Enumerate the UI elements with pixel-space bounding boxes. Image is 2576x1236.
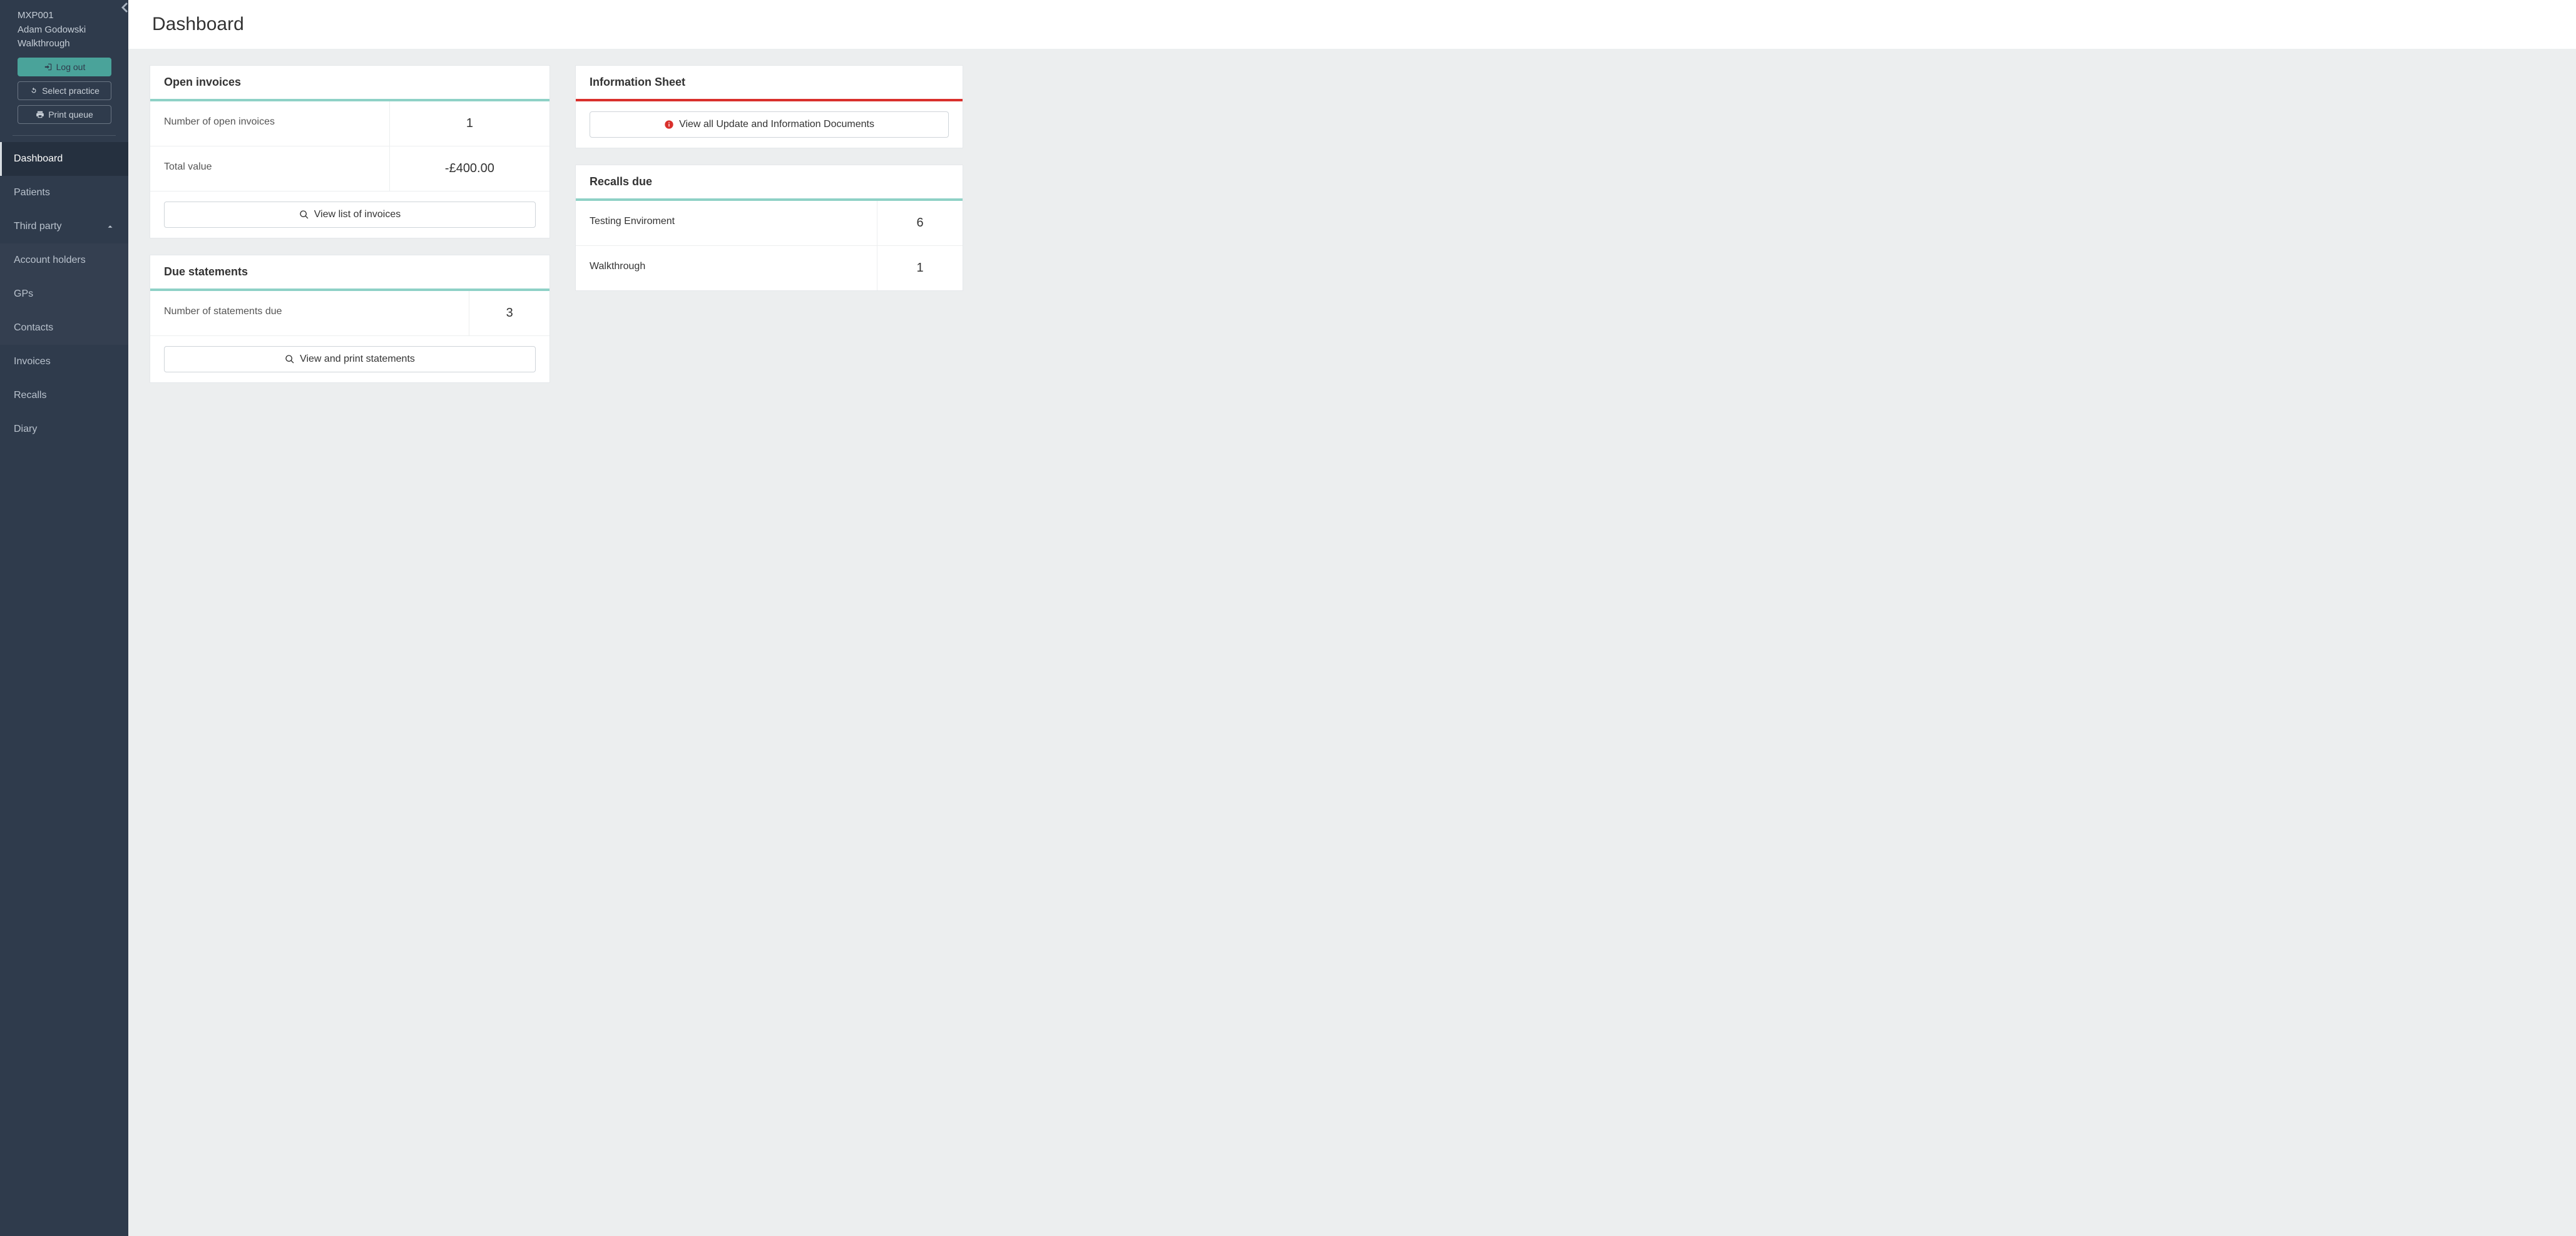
open-invoices-title: Open invoices <box>150 66 549 101</box>
sidebar: MXP001 Adam Godowski Walkthrough Log out… <box>0 0 128 1236</box>
page-header: Dashboard <box>128 0 2576 49</box>
open-invoices-panel: Open invoices Number of open invoices 1 … <box>150 65 550 238</box>
print-icon <box>36 110 44 119</box>
view-info-docs-button[interactable]: View all Update and Information Document… <box>590 111 949 138</box>
nav-diary[interactable]: Diary <box>0 412 128 446</box>
view-invoices-button[interactable]: View list of invoices <box>164 202 536 228</box>
nav-account-holders-label: Account holders <box>14 255 86 266</box>
recalls-row-value: 1 <box>877 246 963 290</box>
print-queue-label: Print queue <box>48 110 93 120</box>
open-invoices-count-row: Number of open invoices 1 <box>150 101 549 146</box>
recalls-row: Walkthrough 1 <box>576 246 963 290</box>
search-icon <box>285 354 295 364</box>
user-code: MXP001 <box>18 9 117 23</box>
info-sheet-title: Information Sheet <box>576 66 963 101</box>
nav-patients-label: Patients <box>14 187 50 198</box>
nav-patients[interactable]: Patients <box>0 176 128 210</box>
due-statements-count-label: Number of statements due <box>150 291 469 335</box>
view-statements-label: View and print statements <box>300 354 415 365</box>
nav-invoices-label: Invoices <box>14 356 51 367</box>
chevron-left-icon <box>117 0 132 15</box>
sidebar-user-block: MXP001 Adam Godowski Walkthrough <box>0 0 128 58</box>
nav-third-party-label: Third party <box>14 221 61 232</box>
nav-dashboard-label: Dashboard <box>14 153 63 165</box>
nav-diary-label: Diary <box>14 424 37 435</box>
due-statements-title: Due statements <box>150 255 549 291</box>
due-statements-count-value: 3 <box>469 291 549 335</box>
open-invoices-count-label: Number of open invoices <box>150 101 390 146</box>
nav-gps[interactable]: GPs <box>0 277 128 311</box>
nav-recalls[interactable]: Recalls <box>0 379 128 412</box>
nav-contacts-label: Contacts <box>14 322 53 334</box>
logout-icon <box>44 63 53 71</box>
view-statements-button[interactable]: View and print statements <box>164 346 536 372</box>
sidebar-collapse-toggle[interactable] <box>117 0 132 15</box>
nav-gps-label: GPs <box>14 289 33 300</box>
chevron-up-icon <box>106 222 115 231</box>
recalls-due-title: Recalls due <box>576 165 963 201</box>
open-invoices-total-row: Total value -£400.00 <box>150 146 549 192</box>
sidebar-nav: Dashboard Patients Third party Account h… <box>0 142 128 446</box>
logout-label: Log out <box>56 62 86 72</box>
due-statements-panel: Due statements Number of statements due … <box>150 255 550 383</box>
nav-third-party[interactable]: Third party <box>0 210 128 243</box>
nav-dashboard[interactable]: Dashboard <box>0 142 128 176</box>
view-invoices-label: View list of invoices <box>314 209 401 220</box>
print-queue-button[interactable]: Print queue <box>18 105 111 124</box>
page-title: Dashboard <box>152 14 2552 35</box>
nav-contacts[interactable]: Contacts <box>0 311 128 345</box>
sidebar-divider <box>13 135 116 136</box>
nav-account-holders[interactable]: Account holders <box>0 243 128 277</box>
select-practice-button[interactable]: Select practice <box>18 81 111 100</box>
open-invoices-total-label: Total value <box>150 146 390 191</box>
content-area: Open invoices Number of open invoices 1 … <box>128 49 2576 399</box>
user-context: Walkthrough <box>18 37 117 51</box>
recalls-row-label: Testing Enviroment <box>576 201 877 245</box>
recalls-row-label: Walkthrough <box>576 246 877 290</box>
open-invoices-count-value: 1 <box>390 101 549 146</box>
select-practice-label: Select practice <box>42 86 100 96</box>
search-icon <box>299 210 309 220</box>
logout-button[interactable]: Log out <box>18 58 111 76</box>
view-info-docs-label: View all Update and Information Document… <box>679 119 874 130</box>
user-name: Adam Godowski <box>18 23 117 38</box>
recalls-row-value: 6 <box>877 201 963 245</box>
recalls-due-panel: Recalls due Testing Enviroment 6 Walkthr… <box>575 165 963 291</box>
info-sheet-panel: Information Sheet View all Update and In… <box>575 65 963 148</box>
due-statements-count-row: Number of statements due 3 <box>150 291 549 336</box>
recalls-row: Testing Enviroment 6 <box>576 201 963 246</box>
refresh-icon <box>29 86 38 95</box>
nav-invoices[interactable]: Invoices <box>0 345 128 379</box>
open-invoices-total-value: -£400.00 <box>390 146 549 191</box>
nav-recalls-label: Recalls <box>14 390 46 401</box>
main: Dashboard Open invoices Number of open i… <box>128 0 2576 1236</box>
info-circle-icon <box>664 120 674 130</box>
